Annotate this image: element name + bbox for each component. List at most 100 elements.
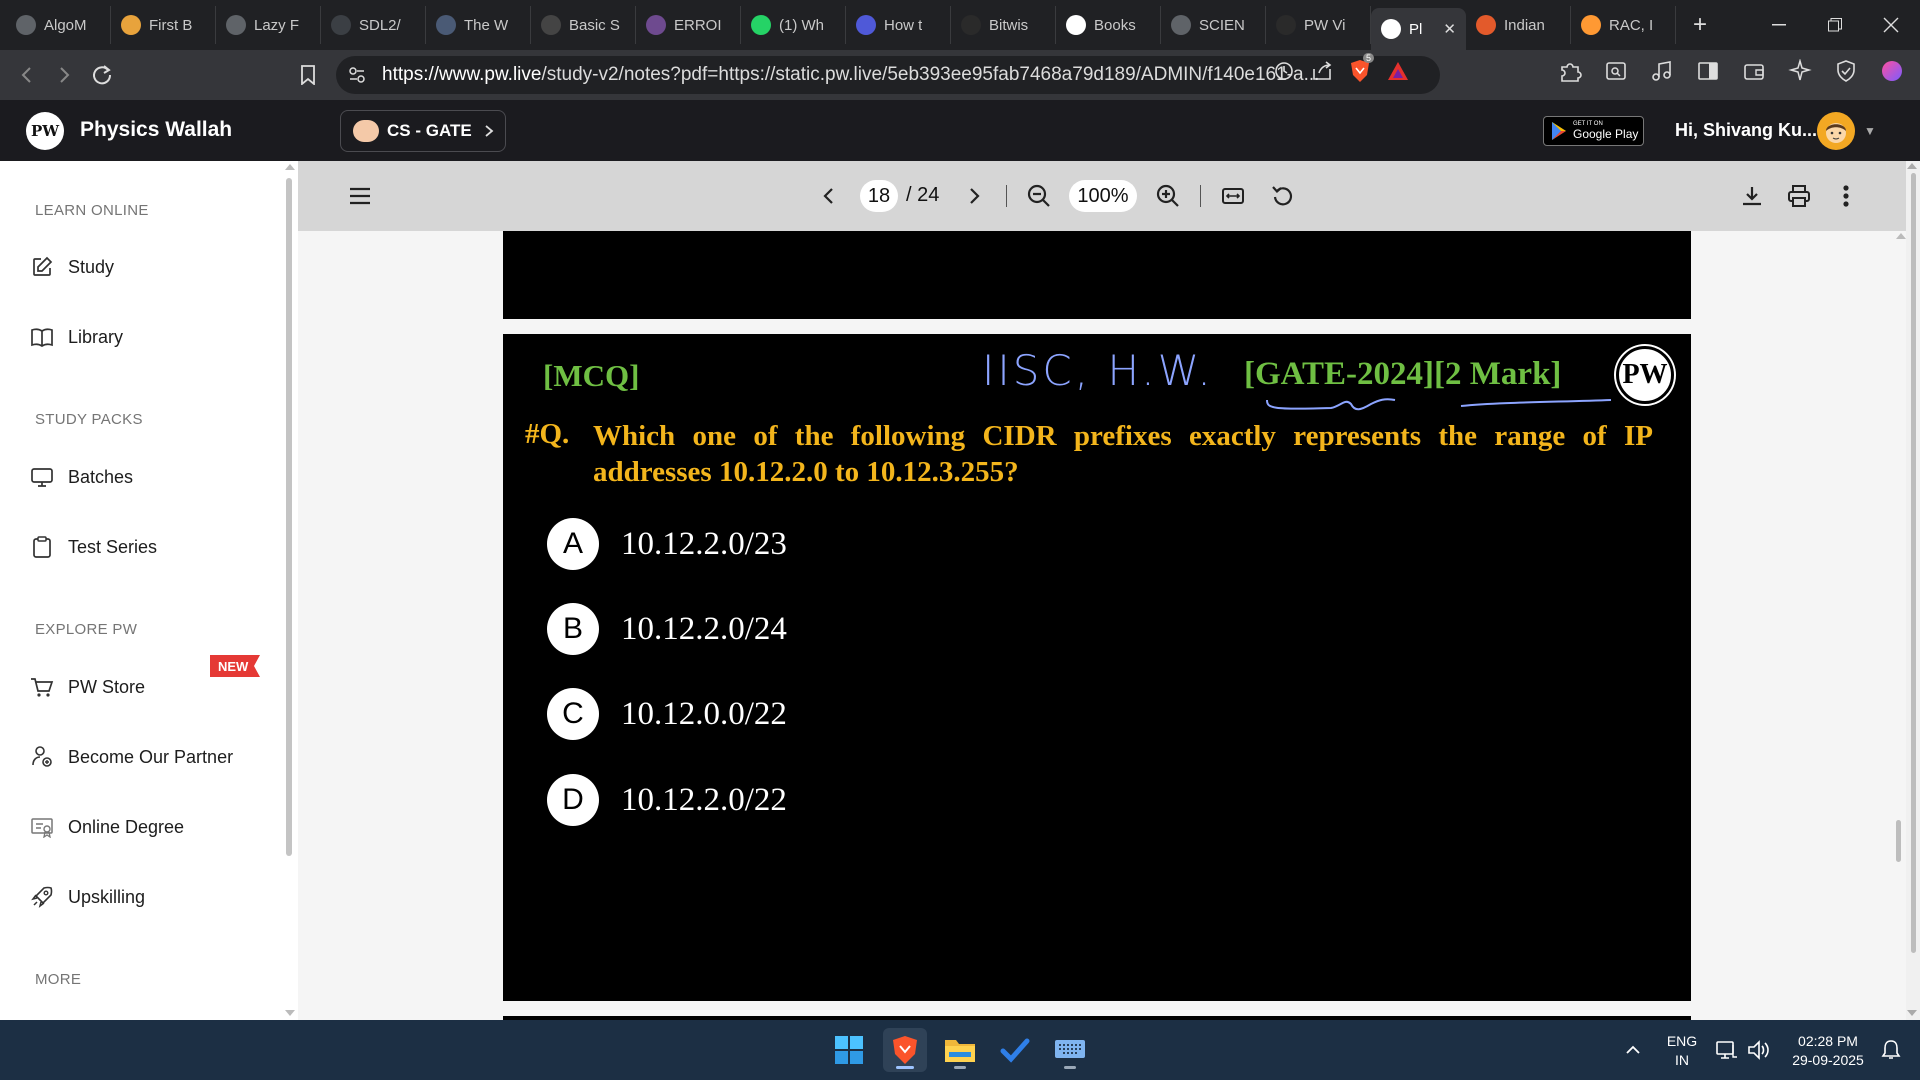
pw-logo[interactable]: PW xyxy=(26,112,64,150)
browser-tab[interactable]: SDL2/ xyxy=(321,6,426,44)
sidebar-scrollbar[interactable] xyxy=(286,178,292,856)
browser-tab[interactable]: Bitwis xyxy=(951,6,1056,44)
reload-button[interactable] xyxy=(84,57,120,93)
browser-tab[interactable]: RAC, I xyxy=(1571,6,1676,44)
browser-tab[interactable]: PW Vi xyxy=(1266,6,1371,44)
option-value: 10.12.2.0/22 xyxy=(621,781,787,818)
hamburger-menu-icon[interactable] xyxy=(343,179,377,213)
google-play-badge[interactable]: GET IT ON Google Play xyxy=(1543,116,1644,146)
sidebar-item-partner[interactable]: Become Our Partner xyxy=(30,742,233,772)
viewer-scroll-thumb[interactable] xyxy=(1911,173,1916,953)
chevron-up-icon[interactable] xyxy=(1608,1028,1658,1072)
browser-tab[interactable]: AlgoM xyxy=(6,6,111,44)
question-number: #Q. xyxy=(525,418,570,450)
extensions-icon[interactable] xyxy=(1558,59,1582,83)
browser-tab[interactable]: The W xyxy=(426,6,531,44)
windows-start-icon[interactable] xyxy=(827,1028,871,1072)
question-text: Which one of the following CIDR prefixes… xyxy=(593,420,1653,488)
section-learn-online: LEARN ONLINE xyxy=(35,202,149,219)
whatsapp-icon xyxy=(751,15,771,35)
restore-button[interactable] xyxy=(1806,0,1864,50)
option-value: 10.12.2.0/24 xyxy=(621,610,787,647)
network-icon[interactable] xyxy=(1712,1028,1742,1072)
zoom-level[interactable]: 100% xyxy=(1069,180,1137,212)
brand-name[interactable]: Physics Wallah xyxy=(80,118,232,142)
browser-tab[interactable]: Pl ✕ xyxy=(1371,8,1466,50)
browser-tab[interactable]: Basic S xyxy=(531,6,636,44)
back-button[interactable] xyxy=(9,57,45,93)
profile-icon[interactable] xyxy=(1880,59,1904,83)
browser-tab[interactable]: SCIEN xyxy=(1161,6,1266,44)
mcq-tag: [MCQ] xyxy=(543,358,640,393)
scroll-up-icon[interactable] xyxy=(285,164,295,170)
prev-page-icon[interactable] xyxy=(812,179,846,213)
todo-icon[interactable] xyxy=(993,1028,1037,1072)
rotate-icon[interactable] xyxy=(1266,179,1300,213)
tab-title: SCIEN xyxy=(1199,16,1245,34)
browser-tab[interactable]: How t xyxy=(846,6,951,44)
zoom-in-icon[interactable] xyxy=(1151,179,1185,213)
site-info-icon[interactable] xyxy=(348,66,366,84)
keyboard-app-icon[interactable] xyxy=(1048,1028,1092,1072)
scroll-down-icon[interactable] xyxy=(285,1010,295,1016)
download-icon[interactable] xyxy=(1735,179,1769,213)
leo-ai-icon[interactable] xyxy=(1788,59,1812,83)
sidebar-toggle-icon[interactable] xyxy=(1696,59,1720,83)
tab-title: Pl xyxy=(1409,20,1423,38)
option-a: A 10.12.2.0/23 xyxy=(547,518,787,570)
minimize-button[interactable] xyxy=(1750,0,1808,50)
user-greeting[interactable]: Hi, Shivang Ku... xyxy=(1675,120,1817,141)
share-icon[interactable] xyxy=(1311,60,1333,82)
page-scroll-up-icon[interactable] xyxy=(1907,163,1917,169)
history-icon[interactable] xyxy=(1273,60,1295,82)
file-explorer-icon[interactable] xyxy=(938,1028,982,1072)
notification-bell-icon[interactable] xyxy=(1874,1028,1908,1072)
brave-taskbar-icon[interactable] xyxy=(883,1028,927,1072)
avatar[interactable] xyxy=(1817,112,1855,150)
brave-shields-icon[interactable]: 5 xyxy=(1349,53,1375,83)
close-tab-icon[interactable]: ✕ xyxy=(1443,20,1456,38)
sidebar-item-upskilling[interactable]: Upskilling xyxy=(30,882,145,912)
browser-tab[interactable]: (1) Wh xyxy=(741,6,846,44)
browser-tab[interactable]: Lazy F xyxy=(216,6,321,44)
close-window-button[interactable] xyxy=(1862,0,1920,50)
language-indicator[interactable]: ENG IN xyxy=(1657,1032,1707,1070)
pdf-scroll-up-icon[interactable] xyxy=(1896,233,1906,239)
fit-width-icon[interactable] xyxy=(1216,179,1250,213)
sidebar-item-online-degree[interactable]: Online Degree xyxy=(30,812,184,842)
sidebar-item-pw-store[interactable]: PW Store xyxy=(30,672,145,702)
sidebar-item-study[interactable]: Study xyxy=(30,252,114,282)
page-number-input[interactable]: 18 xyxy=(860,180,898,212)
toolbar-divider xyxy=(1006,185,1007,207)
new-tab-button[interactable]: + xyxy=(1682,7,1718,43)
brave-rewards-icon[interactable] xyxy=(1387,60,1409,82)
reader-mode-icon[interactable] xyxy=(1604,59,1628,83)
edit-icon xyxy=(30,255,54,279)
vpn-icon[interactable] xyxy=(1834,59,1858,83)
browser-tab[interactable]: ERROI xyxy=(636,6,741,44)
volume-icon[interactable] xyxy=(1744,1028,1774,1072)
media-icon[interactable] xyxy=(1650,59,1674,83)
clock[interactable]: 02:28 PM 29-09-2025 xyxy=(1780,1032,1876,1070)
print-icon[interactable] xyxy=(1782,179,1816,213)
bookmark-icon[interactable] xyxy=(290,57,326,93)
wallet-icon[interactable] xyxy=(1742,59,1766,83)
course-selector[interactable]: CS - GATE xyxy=(340,110,506,152)
browser-tab[interactable]: Books xyxy=(1056,6,1161,44)
zoom-out-icon[interactable] xyxy=(1022,179,1056,213)
basic-icon xyxy=(541,15,561,35)
book-icon xyxy=(30,325,54,349)
more-options-icon[interactable] xyxy=(1829,179,1863,213)
sidebar-item-test-series[interactable]: Test Series xyxy=(30,532,157,562)
tab-title: RAC, I xyxy=(1609,16,1654,34)
chevron-down-icon[interactable]: ▼ xyxy=(1864,124,1876,138)
cart-icon xyxy=(30,675,54,699)
pdf-scroll-thumb[interactable] xyxy=(1896,820,1901,862)
sidebar-item-library[interactable]: Library xyxy=(30,322,123,352)
page-scroll-down-icon[interactable] xyxy=(1907,1010,1917,1016)
sidebar-item-batches[interactable]: Batches xyxy=(30,462,133,492)
forward-button[interactable] xyxy=(46,57,82,93)
browser-tab[interactable]: Indian xyxy=(1466,6,1571,44)
browser-tab[interactable]: First B xyxy=(111,6,216,44)
next-page-icon[interactable] xyxy=(957,179,991,213)
